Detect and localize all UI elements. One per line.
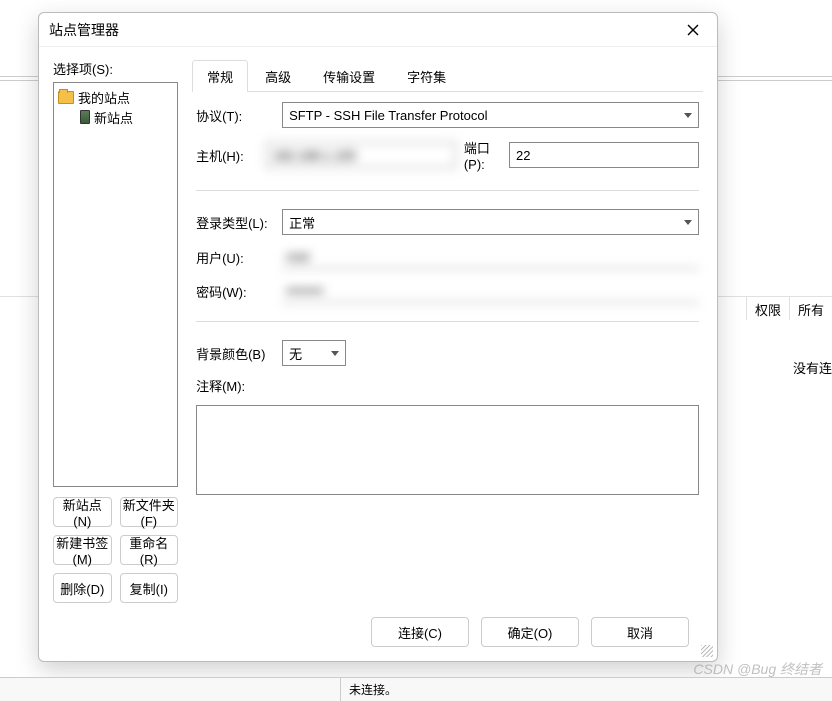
dialog-title: 站点管理器 <box>49 20 679 40</box>
select-entry-label: 选择项(S): <box>53 59 178 78</box>
connect-button[interactable]: 连接(C) <box>371 617 469 647</box>
status-text: 未连接。 <box>340 678 832 701</box>
chevron-down-icon <box>331 351 339 356</box>
column-header-permission[interactable]: 权限 <box>746 296 789 320</box>
logon-type-label: 登录类型(L): <box>196 213 274 232</box>
logon-type-select[interactable]: 正常 <box>282 209 699 235</box>
user-label: 用户(U): <box>196 248 274 267</box>
tree-root-my-sites[interactable]: 我的站点 <box>58 87 173 107</box>
site-manager-dialog: 站点管理器 选择项(S): 我的站点 新站点 新站 <box>38 12 718 662</box>
tab-advanced[interactable]: 高级 <box>250 60 306 92</box>
host-input[interactable] <box>266 142 456 168</box>
ok-button[interactable]: 确定(O) <box>481 617 579 647</box>
copy-button[interactable]: 复制(I) <box>120 573 179 603</box>
tree-item-new-site[interactable]: 新站点 <box>58 107 173 127</box>
divider <box>196 321 699 322</box>
protocol-label: 协议(T): <box>196 106 274 125</box>
user-input[interactable] <box>282 245 699 269</box>
column-header-owner[interactable]: 所有 <box>789 296 832 320</box>
comment-label: 注释(M): <box>196 376 699 395</box>
protocol-value: SFTP - SSH File Transfer Protocol <box>289 108 487 123</box>
close-icon <box>687 24 699 36</box>
server-icon <box>80 110 90 124</box>
cancel-button[interactable]: 取消 <box>591 617 689 647</box>
bgcolor-label: 背景颜色(B) <box>196 344 274 363</box>
chevron-down-icon <box>684 220 692 225</box>
delete-button[interactable]: 删除(D) <box>53 573 112 603</box>
new-bookmark-button[interactable]: 新建书签(M) <box>53 535 112 565</box>
chevron-down-icon <box>684 113 692 118</box>
tab-charset[interactable]: 字符集 <box>392 60 461 92</box>
logon-type-value: 正常 <box>289 213 315 232</box>
host-label: 主机(H): <box>196 146 258 165</box>
comment-textarea[interactable] <box>196 405 699 495</box>
new-site-button[interactable]: 新站点(N) <box>53 497 112 527</box>
rename-button[interactable]: 重命名(R) <box>120 535 179 565</box>
watermark: CSDN @Bug 终结者 <box>693 659 822 679</box>
titlebar: 站点管理器 <box>39 13 717 47</box>
new-folder-button[interactable]: 新文件夹(F) <box>120 497 179 527</box>
tree-root-label: 我的站点 <box>78 88 130 107</box>
resize-grip[interactable] <box>701 645 713 657</box>
bgcolor-value: 无 <box>289 344 302 363</box>
port-input[interactable] <box>509 142 699 168</box>
password-input[interactable] <box>282 279 699 303</box>
bgcolor-select[interactable]: 无 <box>282 340 346 366</box>
tab-general[interactable]: 常规 <box>192 60 248 92</box>
folder-icon <box>58 91 74 104</box>
divider <box>196 190 699 191</box>
port-label: 端口(P): <box>464 138 501 172</box>
site-tree[interactable]: 我的站点 新站点 <box>53 82 178 487</box>
tab-transfer[interactable]: 传输设置 <box>308 60 390 92</box>
tree-item-label: 新站点 <box>94 108 133 127</box>
close-button[interactable] <box>679 16 707 44</box>
bg-status-text: 没有连 <box>793 358 832 377</box>
password-label: 密码(W): <box>196 282 274 301</box>
protocol-select[interactable]: SFTP - SSH File Transfer Protocol <box>282 102 699 128</box>
tabs: 常规 高级 传输设置 字符集 <box>192 59 703 92</box>
status-bar: 未连接。 <box>0 677 832 701</box>
